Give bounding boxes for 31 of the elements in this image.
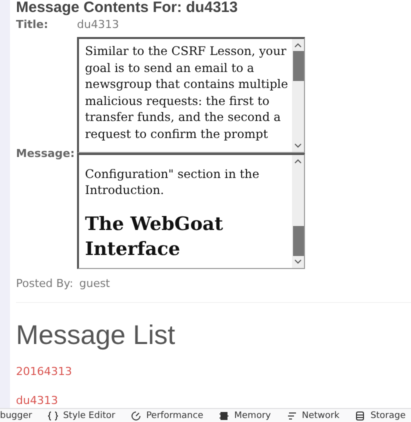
message-box[interactable]: Configuration" section in the Introduction. The WebGoat Interface — [77, 153, 305, 269]
section-heading: Message List — [16, 320, 176, 351]
database-icon — [355, 411, 366, 421]
field-label: Posted By: — [16, 277, 74, 290]
lines-icon — [286, 411, 297, 421]
page-heading: Message Contents For: du4313 — [16, 0, 239, 16]
title-value: du4313 — [77, 18, 119, 31]
scrollbar-thumb[interactable] — [292, 226, 304, 256]
scroll-up-icon[interactable] — [294, 42, 302, 48]
devtools-tab[interactable]: Network — [302, 411, 340, 421]
message-text: Configuration" section in the Introduction. — [85, 166, 260, 199]
braces-icon — [48, 411, 58, 421]
field-label: Message: — [16, 146, 76, 160]
message-link[interactable]: 20164313 — [16, 365, 72, 378]
scroll-down-icon[interactable] — [294, 143, 302, 149]
message-text: Similar to the CSRF Lesson, your goal is to send an email to a newsgroup that contains multiple malicious requests: the first to transfer funds, and the second a request to confirm the prompt — [85, 43, 290, 143]
devtools-tab[interactable]: Performance — [146, 411, 204, 421]
chip-icon — [219, 411, 230, 421]
message-heading: The WebGoat Interface — [85, 213, 224, 262]
message-box[interactable]: Similar to the CSRF Lesson, your goal is to send an email to a newsgroup that contains multiple malicious requests: the first to transfer funds, and the second a request to confirm the prompt — [77, 37, 305, 153]
scroll-down-icon[interactable] — [294, 259, 302, 265]
devtools-tab[interactable]: bugger — [0, 411, 32, 421]
devtools-tab[interactable]: Style Editor — [63, 411, 116, 421]
gauge-icon — [131, 411, 142, 421]
devtools-tab[interactable]: Storage — [370, 411, 406, 421]
devtools-tab[interactable]: Memory — [234, 411, 271, 421]
scrollbar-thumb[interactable] — [292, 51, 304, 81]
scroll-up-icon[interactable] — [294, 158, 302, 164]
field-label: Title: — [16, 18, 50, 31]
author-value: guest — [79, 277, 110, 290]
message-link[interactable]: du4313 — [16, 394, 58, 407]
